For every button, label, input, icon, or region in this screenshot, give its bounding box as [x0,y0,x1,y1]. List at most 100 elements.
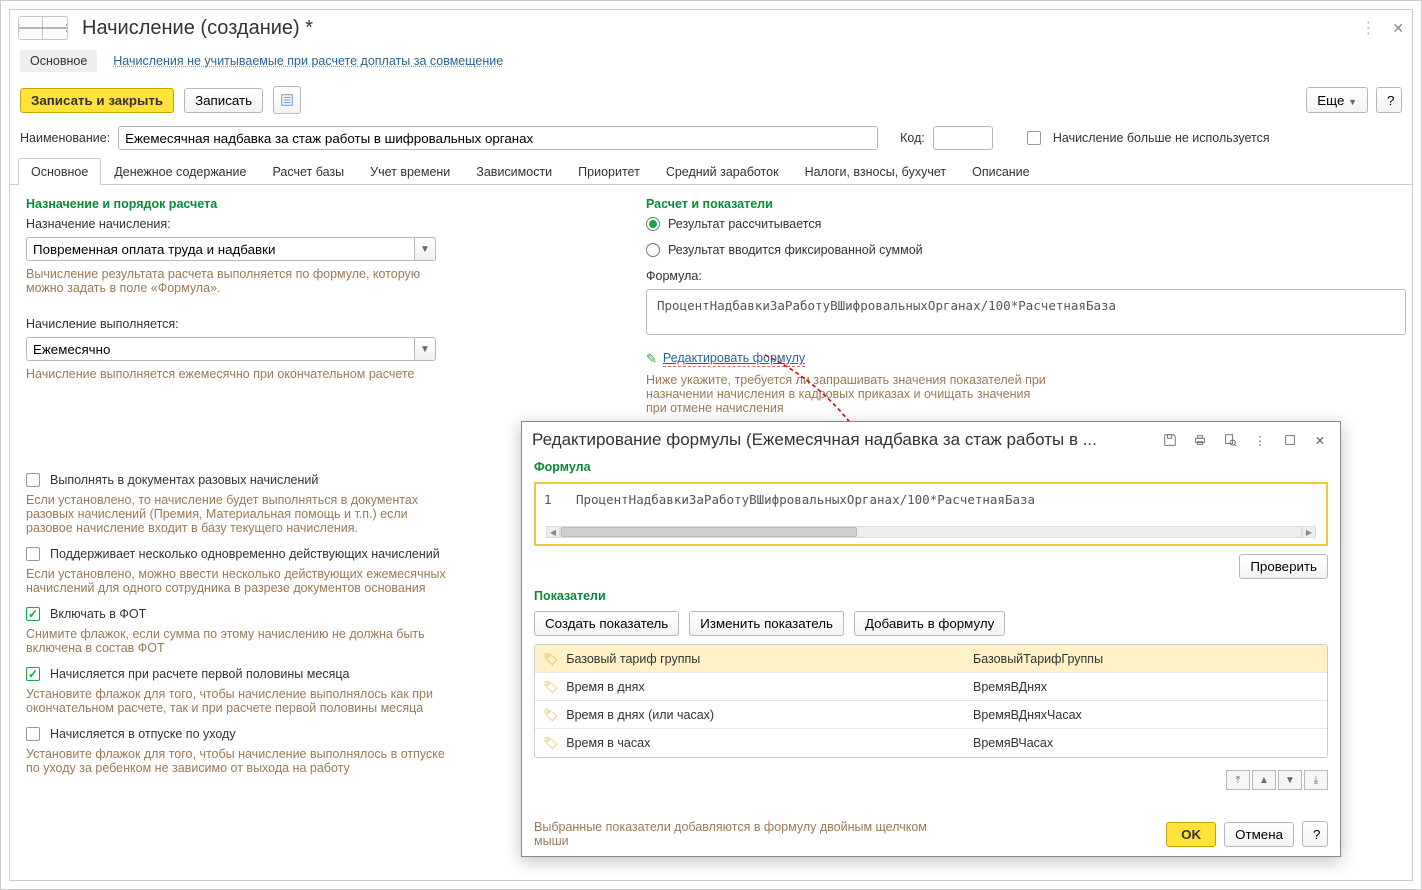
save-close-button[interactable]: Записать и закрыть [20,88,174,113]
modal-help-button[interactable]: ? [1302,821,1328,847]
move-down-icon[interactable]: ▼ [1278,770,1302,790]
formula-text: ПроцентНадбавкиЗаРаботуВШифровальныхОрга… [576,492,1035,507]
exec-label: Начисление выполняется: [26,317,616,331]
cb-oneoff[interactable] [26,473,40,487]
move-bottom-icon[interactable]: ⤓ [1304,770,1328,790]
cb-multi-hint: Если установлено, можно ввести несколько… [26,567,446,595]
tab-priority[interactable]: Приоритет [565,158,653,185]
edit-indicator-button[interactable]: Изменить показатель [689,611,844,636]
tab-deps[interactable]: Зависимости [463,158,565,185]
page-title: Начисление (создание) * [82,17,313,40]
more-button[interactable]: Еще ▼ [1306,87,1368,113]
help-button[interactable]: ? [1376,87,1402,113]
left-section-title: Назначение и порядок расчета [26,197,616,211]
cb-leave[interactable] [26,727,40,741]
cb-firsthalf-hint: Установите флажок для того, чтобы начисл… [26,687,456,715]
table-row[interactable]: 🏷Время в днях (или часах) ВремяВДняхЧаса… [535,701,1327,729]
below-hint: Ниже укажите, требуется ли запрашивать з… [646,373,1046,415]
purpose-hint: Вычисление результата расчета выполняетс… [26,267,436,295]
tab-tax[interactable]: Налоги, взносы, бухучет [792,158,960,185]
table-row[interactable]: 🏷Базовый тариф группы БазовыйТарифГруппы [535,645,1327,673]
cb-multi-label: Поддерживает несколько одновременно дейс… [50,547,440,561]
forward-button[interactable]: 🡒 [43,17,67,39]
hscroll-left-icon[interactable]: ◀ [546,526,560,538]
tab-avg[interactable]: Средний заработок [653,158,792,185]
tab-main[interactable]: Основное [18,158,101,185]
exec-dropdown-icon[interactable]: ▼ [414,337,436,361]
purpose-combo[interactable] [26,237,414,261]
radio-fixed-label: Результат вводится фиксированной суммой [668,243,923,257]
tag-icon: 🏷 [543,736,558,750]
tab-desc[interactable]: Описание [959,158,1043,185]
code-label: Код: [900,131,925,145]
radio-computed[interactable] [646,217,660,231]
hscroll-track[interactable] [560,526,1302,538]
save-icon[interactable] [1160,433,1180,447]
name-input[interactable] [118,126,878,150]
maximize-icon[interactable] [1280,433,1300,447]
purpose-dropdown-icon[interactable]: ▼ [414,237,436,261]
unused-label: Начисление больше не используется [1053,131,1270,145]
cancel-button[interactable]: Отмена [1224,822,1294,847]
name-label: Наименование: [20,131,110,145]
list-icon-button[interactable] [273,86,301,114]
save-button[interactable]: Записать [184,88,263,113]
unused-checkbox[interactable] [1027,131,1041,145]
formula-label: Формула: [646,269,1406,283]
right-section-title: Расчет и показатели [646,197,1406,211]
modal-close-icon[interactable]: ✕ [1310,433,1330,448]
edit-formula-link[interactable]: Редактировать формулу [663,351,805,367]
modal-formula-label: Формула [534,460,1328,474]
cb-oneoff-label: Выполнять в документах разовых начислени… [50,473,318,487]
hscroll-right-icon[interactable]: ▶ [1302,526,1316,538]
modal-kebab-icon[interactable]: ⋮ [1250,433,1270,448]
close-icon[interactable]: ✕ [1392,20,1404,37]
formula-display: ПроцентНадбавкиЗаРаботуВШифровальныхОрга… [646,289,1406,335]
move-up-icon[interactable]: ▲ [1252,770,1276,790]
add-to-formula-button[interactable]: Добавить в формулу [854,611,1005,636]
radio-fixed[interactable] [646,243,660,257]
tab-base[interactable]: Расчет базы [259,158,357,185]
print-icon[interactable] [1190,433,1210,447]
table-row[interactable]: 🏷Время в часах ВремяВЧасах [535,729,1327,757]
radio-computed-label: Результат рассчитывается [668,217,821,231]
tab-money[interactable]: Денежное содержание [101,158,259,185]
exec-combo[interactable] [26,337,414,361]
hscroll-thumb[interactable] [561,527,857,537]
move-top-icon[interactable]: ⤒ [1226,770,1250,790]
pencil-icon: ✎ [646,351,657,367]
create-indicator-button[interactable]: Создать показатель [534,611,679,636]
cb-fot[interactable]: ✓ [26,607,40,621]
table-row[interactable]: 🏷Время в днях ВремяВДнях [535,673,1327,701]
kebab-icon[interactable]: ⋮ [1360,18,1376,38]
cb-firsthalf[interactable]: ✓ [26,667,40,681]
cb-leave-label: Начисляется в отпуске по уходу [50,727,236,741]
exec-hint: Начисление выполняется ежемесячно при ок… [26,367,616,381]
subnav-link[interactable]: Начисления не учитываемые при расчете до… [113,54,503,68]
purpose-label: Назначение начисления: [26,217,616,231]
tag-icon: 🏷 [543,708,558,722]
subnav-main[interactable]: Основное [20,50,97,72]
formula-textarea[interactable]: 1 ПроцентНадбавкиЗаРаботуВШифровальныхОр… [534,482,1328,546]
tag-icon: 🏷 [543,652,558,666]
tag-icon: 🏷 [543,680,558,694]
formula-editor-dialog: Редактирование формулы (Ежемесячная надб… [521,421,1341,857]
check-button[interactable]: Проверить [1239,554,1328,579]
cb-leave-hint: Установите флажок для того, чтобы начисл… [26,747,456,775]
code-input[interactable] [933,126,993,150]
cb-firsthalf-label: Начисляется при расчете первой половины … [50,667,349,681]
modal-bottom-hint: Выбранные показатели добавляются в форму… [534,820,934,848]
ok-button[interactable]: OK [1166,822,1216,847]
formula-lineno: 1 [544,492,552,507]
preview-icon[interactable] [1220,433,1240,447]
modal-title: Редактирование формулы (Ежемесячная надб… [532,430,1150,450]
cb-oneoff-hint: Если установлено, то начисление будет вы… [26,493,446,535]
indicators-table: 🏷Базовый тариф группы БазовыйТарифГруппы… [534,644,1328,758]
tabs: Основное Денежное содержание Расчет базы… [10,158,1412,185]
cb-fot-hint: Снимите флажок, если сумма по этому начи… [26,627,446,655]
tab-time[interactable]: Учет времени [357,158,463,185]
indicators-label: Показатели [534,589,1328,603]
cb-multi[interactable] [26,547,40,561]
cb-fot-label: Включать в ФОТ [50,607,146,621]
nav-buttons: 🡐 🡒 [18,16,68,40]
